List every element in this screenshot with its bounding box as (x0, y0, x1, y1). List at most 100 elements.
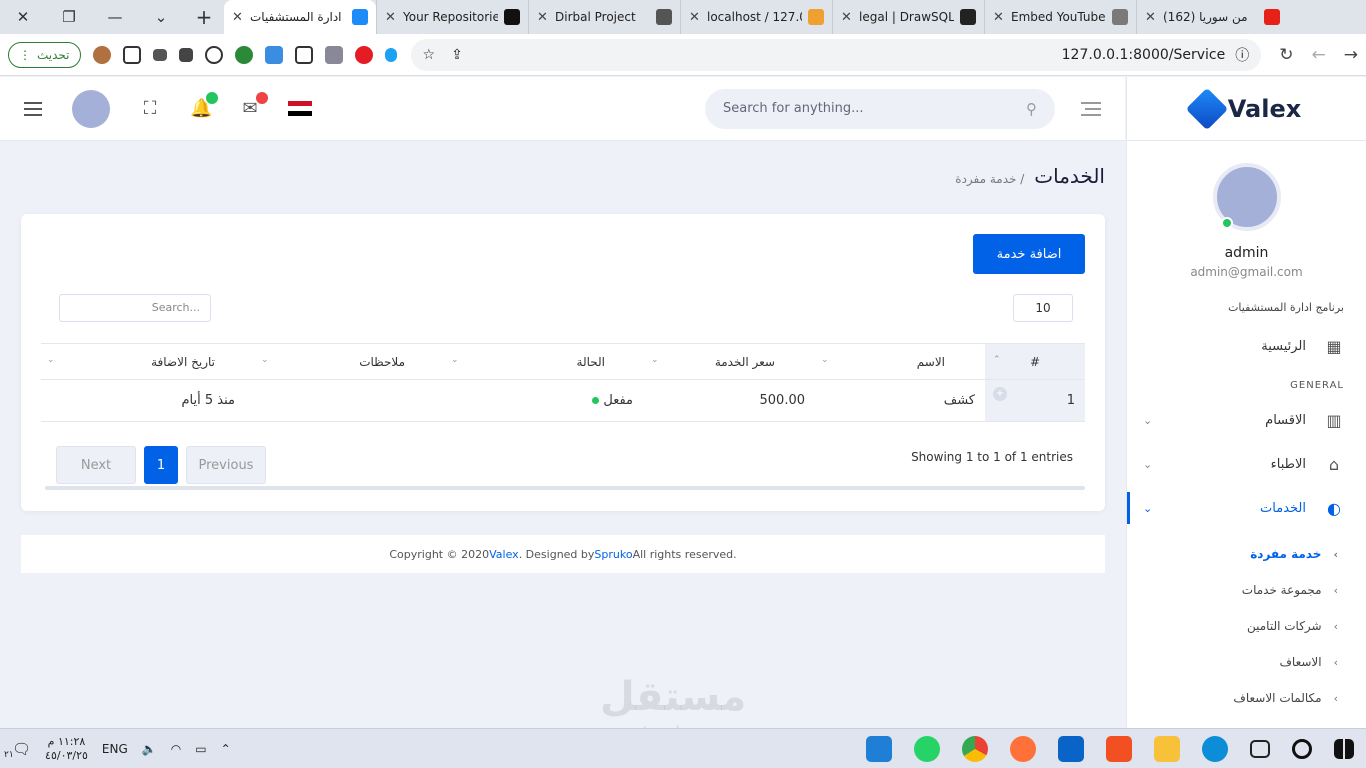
omnibox[interactable]: ☆ ⇪ 127.0.0.1:8000/Service ⓘ (410, 38, 1262, 71)
sidebar-item-doctors[interactable]: ⌂ الاطباء ⌄ (1127, 442, 1366, 486)
page-length-select[interactable]: 10 (1013, 294, 1073, 322)
user-avatar[interactable] (72, 89, 110, 128)
close-tab-icon[interactable]: ✕ (1145, 10, 1157, 25)
search-taskbar-icon[interactable] (1292, 738, 1312, 759)
new-tab-button[interactable]: + (184, 5, 224, 29)
close-tab-icon[interactable]: ✕ (689, 10, 701, 25)
file-explorer-icon[interactable] (1154, 735, 1180, 762)
footer-designer-link[interactable]: Spruko (594, 548, 632, 561)
sidebar-sub-insurance[interactable]: › شركات التامين (1127, 608, 1366, 644)
restore-window-icon[interactable]: ❐ (46, 0, 92, 34)
task-view-icon[interactable] (1250, 739, 1270, 758)
battery-icon[interactable]: ▭ (195, 742, 206, 756)
share-icon[interactable]: ⇪ (451, 47, 463, 63)
col-header-status[interactable]: الحالة ⌄ (445, 343, 645, 380)
tray-chevron-up-icon[interactable]: ⌃ (221, 742, 231, 756)
extension-wave-icon[interactable] (384, 47, 397, 62)
sidebar-sub-ambulance-calls[interactable]: › مكالمات الاسعاف (1127, 680, 1366, 716)
close-tab-icon[interactable]: ✕ (993, 10, 1005, 25)
notification-center-icon[interactable]: 🗨 ٢١ (4, 740, 31, 760)
chrome-icon[interactable] (962, 735, 988, 762)
bookmark-star-icon[interactable]: ☆ (423, 47, 436, 63)
close-tab-icon[interactable]: ✕ (385, 10, 397, 25)
previous-page-button[interactable]: Previous (186, 446, 266, 484)
update-button[interactable]: ⋮ تحديث (8, 41, 81, 68)
add-service-button[interactable]: اضافة خدمة (973, 234, 1085, 274)
wifi-icon[interactable]: ◠ (171, 742, 181, 756)
edge-icon[interactable] (1202, 735, 1228, 762)
tab-favicon-icon (960, 9, 976, 25)
vscode-icon[interactable] (866, 735, 892, 762)
extensions-puzzle-icon[interactable] (178, 47, 193, 62)
close-tab-icon[interactable]: ✕ (841, 10, 853, 25)
firefox-icon[interactable] (1010, 735, 1036, 762)
status-active-dot (592, 397, 600, 404)
profile-avatar[interactable] (1212, 163, 1281, 231)
browser-tab[interactable]: ✕ localhost / 127.0.0.1 (680, 0, 832, 34)
menu-icon[interactable] (24, 101, 42, 116)
search-icon[interactable]: ⚲ (1026, 100, 1037, 118)
sidebar-item-home[interactable]: ▦ الرئيسية (1127, 324, 1366, 368)
extension-fi-icon[interactable] (264, 45, 283, 64)
minimize-window-icon[interactable]: — (92, 0, 138, 34)
browser-tab[interactable]: ✕ legal | DrawSQL (832, 0, 984, 34)
extension-screenshot-icon[interactable] (294, 45, 313, 64)
forward-icon[interactable]: → (1344, 45, 1358, 65)
browser-tab[interactable]: ✕ Dirbal Project (528, 0, 680, 34)
mail-icon[interactable]: ✉ (240, 92, 268, 119)
clock[interactable]: ١١:٢٨ م ٤٥/٠٣/٢٥ (45, 735, 88, 763)
sidebar-sub-service-group[interactable]: › مجموعة خدمات (1127, 572, 1366, 608)
browser-tab[interactable]: ✕ Your Repositories (376, 0, 528, 34)
next-page-button[interactable]: Next (56, 446, 136, 484)
close-tab-icon[interactable]: ✕ (537, 10, 549, 25)
col-header-price[interactable]: سعر الخدمة ⌄ (645, 343, 815, 380)
sidebar-sub-single-service[interactable]: › خدمة مفردة (1127, 536, 1366, 572)
expand-row-icon[interactable]: + (993, 387, 1007, 401)
store-icon[interactable] (1106, 735, 1132, 762)
close-tab-icon[interactable]: ✕ (232, 10, 244, 25)
site-info-icon[interactable]: ⓘ (1235, 45, 1249, 65)
reload-icon[interactable]: ↻ (1279, 45, 1293, 65)
table-row[interactable]: 1 + كشف 500.00 مفعل منذ 5 أيام (41, 379, 1085, 422)
windows-start-icon[interactable] (1334, 738, 1354, 759)
sidebar-item-sections[interactable]: ▥ الاقسام ⌄ (1127, 398, 1366, 442)
sidebar-toggle-icon[interactable] (1081, 101, 1101, 116)
translate-icon[interactable] (204, 45, 223, 64)
header-search-placeholder: Search for anything... (723, 101, 864, 116)
breadcrumb[interactable]: / خدمة مفردة (955, 172, 1024, 186)
col-header-notes[interactable]: ملاحظات ⌄ (255, 343, 445, 380)
whatsapp-icon[interactable] (914, 735, 940, 762)
fullscreen-icon[interactable]: ⛶ (140, 98, 160, 119)
tab-list-chevron-icon[interactable]: ⌄ (138, 0, 184, 34)
mail-app-icon[interactable] (1058, 735, 1084, 762)
close-window-icon[interactable]: ✕ (0, 0, 46, 34)
chart-icon: ▥ (1326, 410, 1342, 430)
sidebar-toggle-icon[interactable] (122, 45, 141, 64)
language-indicator[interactable]: ENG (102, 742, 128, 756)
col-header-num[interactable]: # ⌃ (985, 343, 1085, 380)
browser-tab[interactable]: ✕ (162) من سوريا (1136, 0, 1288, 34)
table-search-input[interactable]: Search... (59, 294, 211, 322)
col-header-date[interactable]: تاريخ الاضافة ⌄ (41, 343, 255, 380)
extension-opera-icon[interactable] (354, 45, 373, 64)
logo[interactable]: Valex (1127, 77, 1366, 141)
sidebar-sub-ambulance[interactable]: › الاسعاف (1127, 644, 1366, 680)
language-flag-icon[interactable] (288, 100, 312, 117)
extension-globe-icon[interactable] (234, 45, 253, 64)
table-scrollbar[interactable] (45, 486, 1085, 490)
header-search[interactable]: Search for anything... ⚲ (705, 88, 1055, 129)
volume-icon[interactable]: 🔈 (142, 742, 157, 756)
notification-bell-icon[interactable]: 🔔 (190, 92, 218, 119)
extension-image-icon[interactable] (324, 45, 343, 64)
sidebar-item-services[interactable]: ◐ الخدمات ⌄ (1127, 486, 1366, 530)
page-1-button[interactable]: 1 (144, 446, 178, 484)
back-icon[interactable]: ← (1312, 45, 1326, 65)
sidebar-item-label: الاطباء (1270, 456, 1306, 472)
browser-tab[interactable]: ✕ Embed YouTube (984, 0, 1136, 34)
playlist-icon[interactable] (152, 48, 167, 61)
browser-tab[interactable]: ✕ برنامج ادارة المستشفيات (224, 0, 376, 34)
url-text[interactable]: 127.0.0.1:8000/Service (1062, 47, 1226, 63)
profile-avatar-icon[interactable] (92, 45, 111, 64)
col-header-name[interactable]: الاسم ⌄ (815, 343, 985, 380)
footer-brand-link[interactable]: Valex (489, 548, 519, 561)
